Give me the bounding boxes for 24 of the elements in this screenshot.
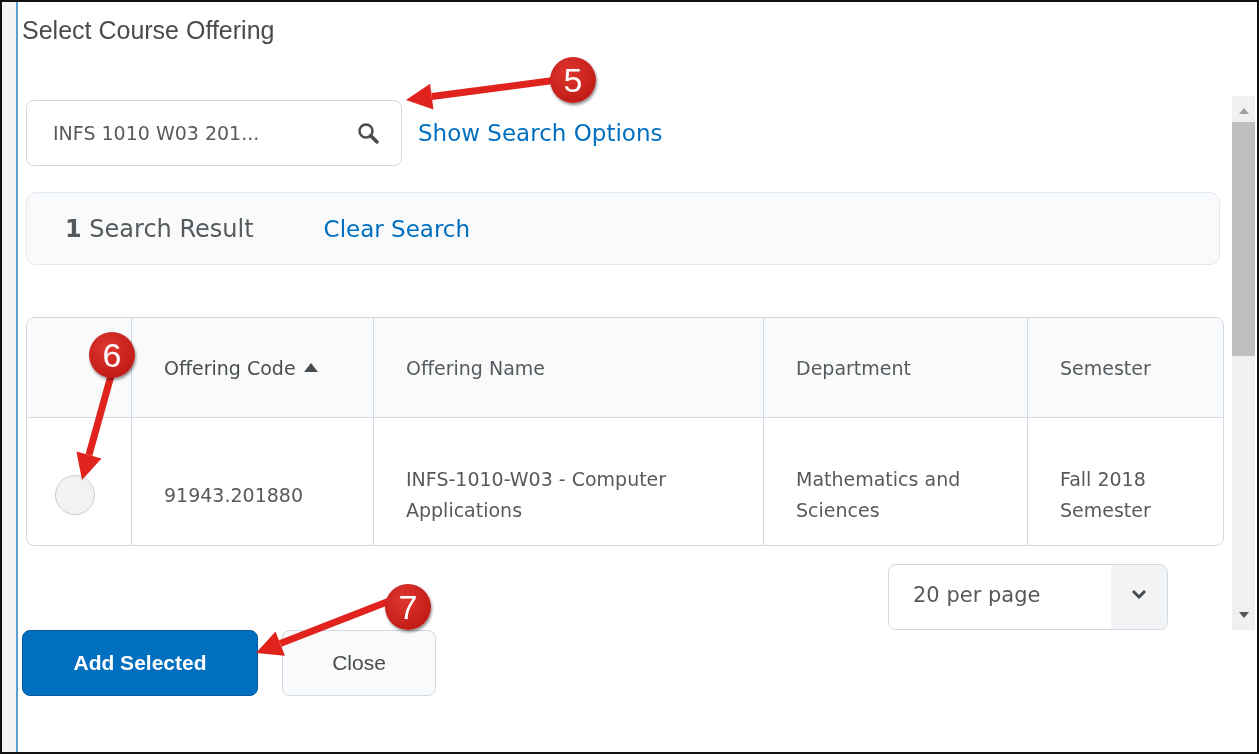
- scrollbar[interactable]: [1232, 96, 1255, 630]
- scroll-up-icon: [1238, 108, 1249, 114]
- callout-badge: 5: [550, 57, 596, 103]
- table-cell: INFS-1010-W03 - Computer Applications: [373, 418, 763, 545]
- column-header[interactable]: Offering Name: [373, 318, 763, 419]
- scroll-down-icon: [1238, 612, 1249, 618]
- column-header[interactable]: Semester: [1027, 318, 1223, 419]
- table-cell: 91943.201880: [131, 418, 373, 545]
- scrollbar-thumb[interactable]: [1232, 122, 1255, 356]
- search-icon: [357, 122, 379, 144]
- result-count: 1 Search Result: [65, 214, 254, 243]
- dialog-title: Select Course Offering: [22, 16, 276, 46]
- callout-badge: 7: [385, 584, 431, 630]
- clear-search-link[interactable]: Clear Search: [323, 215, 471, 242]
- table-cell: Mathematics and Sciences: [763, 418, 1027, 545]
- column-header[interactable]: Department: [763, 318, 1027, 419]
- per-page-select[interactable]: 20 per page: [888, 564, 1168, 630]
- column-header[interactable]: Offering Code: [131, 318, 373, 419]
- show-search-options-link[interactable]: Show Search Options: [418, 120, 663, 146]
- chevron-down-icon: [1131, 589, 1147, 599]
- row-radio[interactable]: [55, 475, 95, 516]
- search-field[interactable]: INFS 1010 W03 201...: [26, 100, 402, 166]
- close-button[interactable]: Close: [282, 630, 436, 696]
- add-selected-button[interactable]: Add Selected: [22, 630, 258, 696]
